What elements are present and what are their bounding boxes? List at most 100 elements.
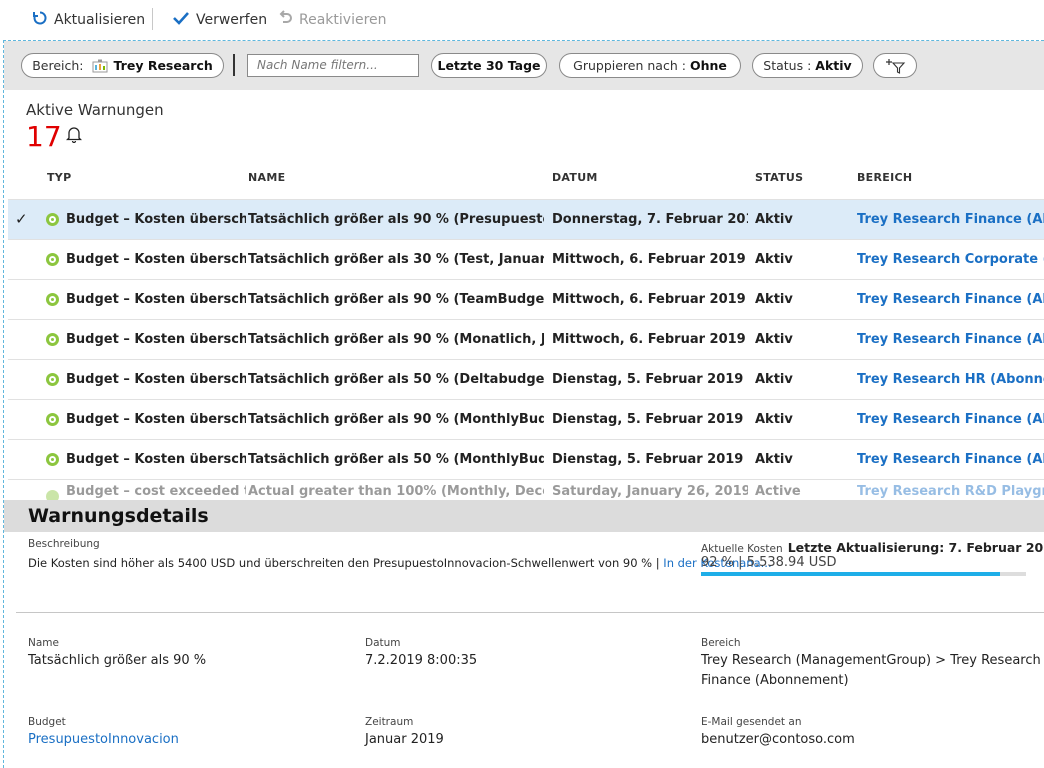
alert-name: Tatsächlich größer als 90 % (MonthlyBudg… [248,412,544,427]
table-row[interactable]: Budget – Kosten überschrit...Tatsächlich… [8,280,1044,320]
description-text: Die Kosten sind höher als 5400 USD und ü… [28,556,653,570]
table-row[interactable]: Budget – Kosten überschrit...Tatsächlich… [8,360,1044,400]
cost-amount: 5.538.94 USD [746,555,837,570]
table-row[interactable]: ✓ Budget – Kosten überschrit...Tatsächlic… [8,200,1044,240]
reactivate-button[interactable]: Reaktivieren [277,10,387,30]
alert-scope-link[interactable]: Trey Research Finance (Abonne [857,320,1044,360]
alert-name: Tatsächlich größer als 90 % (TeamBudget,… [248,292,544,307]
alert-date: Saturday, January 26, 2019 [552,484,748,499]
current-cost-header: Aktuelle Kosten Letzte Aktualisierung: 7… [701,537,1044,556]
cost-percent: 92 % [701,555,735,570]
cost-progress-bar [701,572,1026,576]
description-line: Die Kosten sind höher als 5400 USD und ü… [28,556,772,570]
scope-label: Bereich [701,637,741,649]
focus-border [3,40,4,768]
scope-value-line2: Finance (Abonnement) [701,673,849,688]
column-header-date[interactable]: DATUM [552,171,598,184]
scope-value-line1: Trey Research (ManagementGroup) > Trey R… [701,653,1041,668]
details-divider [16,612,1044,613]
status-ok-icon [46,373,59,386]
description-separator: | [655,556,660,570]
name-filter-input[interactable]: Nach Name filtern... [247,54,419,77]
name-label: Name [28,637,59,649]
current-cost-value: 92 % | 5.538.94 USD [701,555,837,570]
column-header-scope[interactable]: BEREICH [857,171,912,184]
column-header-name[interactable]: NAME [248,171,285,184]
cost-separator: | [738,555,743,570]
status-ok-icon [46,490,59,500]
alert-status: Aktiv [755,452,793,467]
email-label: E-Mail gesendet an [701,716,802,728]
undo-icon [277,10,293,30]
current-cost-label: Aktuelle Kosten [701,543,783,555]
alert-type: Budget – Kosten überschrit... [66,292,246,307]
alert-status: Aktiv [755,252,793,267]
status-filter-pill[interactable]: Status : Aktiv [752,53,863,78]
alert-type: Budget – Kosten überschrit... [66,212,246,227]
description-label: Beschreibung [28,538,100,550]
alert-scope-link[interactable]: Trey Research Finance (Abonne [857,440,1044,480]
details-title: Warnungsdetails [28,505,209,527]
alert-type: Budget – Kosten überschrit... [66,412,246,427]
alert-scope-link[interactable]: Trey Research HR (Abonnemen [857,360,1044,400]
alert-name: Tatsächlich größer als 50 % (Deltabudget… [248,372,544,387]
row-selected-check-icon[interactable]: ✓ [15,200,28,239]
alert-scope-link[interactable]: Trey Research Finance (Abonne [857,280,1044,320]
alert-name: Tatsächlich größer als 30 % (Test, Janua… [248,252,544,267]
table-row-partial[interactable]: Budget – cost exceeded th... Actual grea… [8,480,1044,500]
add-filter-button[interactable] [873,53,917,78]
table-row[interactable]: Budget – Kosten überschrit...Tatsächlich… [8,240,1044,280]
budget-link[interactable]: PresupuestoInnovacion [28,732,179,747]
group-by-pill[interactable]: Gruppieren nach : Ohne [559,53,741,78]
refresh-icon [32,10,48,30]
management-group-icon [92,59,108,73]
alert-status: Aktiv [755,412,793,427]
table-row[interactable]: Budget – Kosten überschrit...Tatsächlich… [8,440,1044,480]
alert-scope-link[interactable]: Trey Research Finance (Abonne [857,200,1044,240]
alert-date: Mittwoch, 6. Februar 2019 [552,292,746,307]
alert-scope-link: Trey Research R&D Playground [857,484,1044,499]
alert-date: Dienstag, 5. Februar 2019 [552,372,744,387]
time-range-pill[interactable]: Letzte 30 Tage [431,53,547,78]
status-ok-icon [46,453,59,466]
command-bar [0,0,1044,40]
reactivate-label: Reaktivieren [299,12,387,28]
table-row[interactable]: Budget – Kosten überschrit...Tatsächlich… [8,320,1044,360]
column-header-status[interactable]: STATUS [755,171,803,184]
scope-filter-pill[interactable]: Bereich: Trey Research [21,53,224,78]
cost-progress-fill [701,572,1000,576]
scope-prefix: Bereich: [32,58,84,73]
checkmark-icon [172,10,190,30]
alert-name: Tatsächlich größer als 90 % (Monatlich, … [248,332,544,347]
alert-type: Budget – cost exceeded th... [66,484,246,499]
alert-date: Mittwoch, 6. Februar 2019 [552,332,746,347]
refresh-label: Aktualisieren [54,12,146,28]
alert-date: Donnerstag, 7. Februar 2019 [552,212,748,227]
alert-scope-link[interactable]: Trey Research Finance (Abonne [857,400,1044,440]
status-ok-icon [46,293,59,306]
alert-type: Budget – Kosten überschrit... [66,452,246,467]
filter-divider [233,54,235,76]
bell-icon [65,125,83,147]
alert-status: Aktiv [755,372,793,387]
add-filter-icon [884,58,906,74]
status-ok-icon [46,253,59,266]
period-value: Januar 2019 [365,732,444,747]
date-label: Datum [365,637,401,649]
refresh-button[interactable]: Aktualisieren [32,10,145,30]
last-update-text: Letzte Aktualisierung: 7. Februar 2019 8… [787,540,1044,555]
toolbar-divider [152,8,153,30]
alert-scope-link[interactable]: Trey Research Corporate (Abon [857,240,1044,280]
alert-date: Dienstag, 5. Februar 2019 [552,452,744,467]
table-row[interactable]: Budget – Kosten überschrit...Tatsächlich… [8,400,1044,440]
alert-name: Actual greater than 100% (Monthly, Decem… [248,484,544,499]
alert-date: Dienstag, 5. Februar 2019 [552,412,744,427]
dismiss-button[interactable]: Verwerfen [172,10,267,30]
scope-value: Trey Research [113,58,213,73]
alert-status: Aktiv [755,212,793,227]
period-label: Zeitraum [365,716,414,728]
alert-type: Budget – Kosten überschrit... [66,252,246,267]
column-header-type[interactable]: TYP [47,171,71,184]
name-value: Tatsächlich größer als 90 % [28,653,207,668]
status-prefix: Status : [763,58,812,73]
